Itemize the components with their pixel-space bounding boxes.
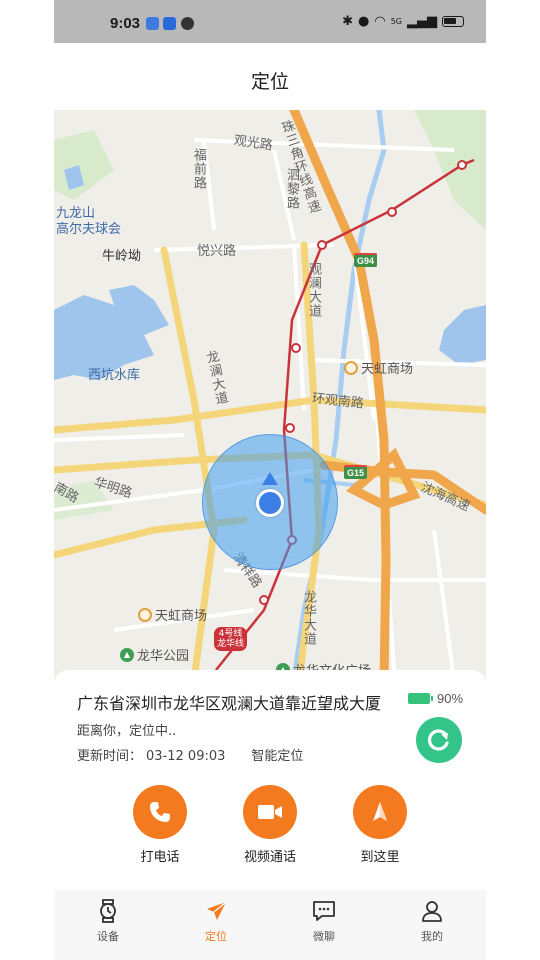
- highway-shield: G15: [344, 465, 368, 479]
- app-notification-icon: [146, 17, 159, 30]
- tab-label: 设备: [97, 930, 119, 943]
- video-call-button[interactable]: 视频通话: [230, 785, 310, 865]
- poi-label: 龙华公园: [137, 649, 190, 664]
- road-label: 福前路: [191, 148, 206, 190]
- mall-icon: [138, 607, 152, 622]
- distance-text: 距离你，定位中..: [77, 724, 177, 739]
- phone-icon: [150, 802, 170, 822]
- tab-label: 定位: [205, 930, 227, 943]
- device-battery: 90%: [408, 691, 463, 706]
- refresh-icon: [427, 729, 449, 751]
- current-location-marker[interactable]: [256, 489, 284, 517]
- wifi-icon: ◠: [374, 14, 386, 29]
- updated-time: 03-12 09:03: [146, 749, 226, 764]
- location-address: 广东省深圳市龙华区观澜大道靠近望成大厦: [77, 694, 382, 713]
- location-mode: 智能定位: [251, 749, 304, 764]
- updated-label: 更新时间：: [77, 749, 143, 764]
- tab-chat[interactable]: 微聊: [289, 898, 359, 944]
- poi-label: 天虹商场: [155, 609, 208, 624]
- poi-label: 天虹商场: [361, 362, 414, 377]
- video-call-button-circle[interactable]: [243, 785, 297, 839]
- park-icon: ▲: [120, 647, 134, 662]
- map-canvas: [54, 110, 486, 680]
- status-bar: 9:03 ✱ ● ◠ 5G ▂▄▆: [54, 0, 486, 43]
- status-icons: ✱ ● ◠ 5G ▂▄▆: [342, 14, 464, 29]
- chat-bubble-icon: [289, 898, 359, 924]
- message-notification-icon: [181, 17, 194, 30]
- poi-longhua-park[interactable]: ▲ 龙华公园: [120, 645, 189, 664]
- update-info: 更新时间： 03-12 09:03 智能定位: [77, 745, 307, 764]
- video-call-label: 视频通话: [243, 850, 296, 865]
- battery-percent: 90%: [437, 691, 464, 706]
- navigate-label: 到这里: [360, 850, 400, 865]
- page-title: 定位: [250, 71, 289, 93]
- signal-icon: ▂▄▆: [407, 14, 437, 29]
- navigation-arrow-icon: [373, 802, 387, 821]
- app-notification-icon: [163, 17, 176, 30]
- road-label: 龙华大道: [301, 590, 316, 646]
- map-view[interactable]: 观光路 珠三角环线高速 福前路 泗黎路 悦兴路 观澜大道 龙澜大道 环观南路 华…: [54, 110, 486, 680]
- paper-plane-icon: [181, 898, 251, 924]
- user-icon: [397, 898, 467, 924]
- place-label: 九龙山 高尔夫球会: [56, 206, 122, 237]
- call-button[interactable]: 打电话: [120, 785, 200, 865]
- network-type: 5G: [390, 17, 402, 26]
- heading-arrow-icon: [262, 472, 278, 485]
- title-bar: 定位: [54, 43, 486, 110]
- poi-tianhong-south[interactable]: 天虹商场: [138, 605, 207, 624]
- tab-device[interactable]: 设备: [73, 898, 143, 944]
- call-label: 打电话: [140, 850, 180, 865]
- metro-line-badge: 4号线 龙华线: [214, 627, 248, 651]
- watch-icon: [73, 898, 143, 924]
- status-time: 9:03: [110, 15, 141, 32]
- bluetooth-icon: ✱: [342, 14, 354, 29]
- tab-location[interactable]: 定位: [181, 898, 251, 944]
- refresh-location-button[interactable]: [416, 717, 462, 763]
- tab-label: 微聊: [313, 930, 335, 943]
- location-pin-icon: ●: [358, 14, 370, 29]
- call-button-circle[interactable]: [133, 785, 187, 839]
- video-camera-icon: [258, 805, 282, 819]
- battery-icon: [408, 693, 433, 704]
- bottom-tab-bar: 设备 定位 微聊 我的: [54, 890, 486, 960]
- highway-shield: G94: [354, 253, 378, 267]
- action-buttons: 打电话 视频通话 到这里: [54, 785, 486, 865]
- navigate-button-circle[interactable]: [353, 785, 407, 839]
- road-label: 悦兴路: [197, 244, 237, 259]
- place-label: 牛岭坳: [102, 249, 142, 264]
- mall-icon: [344, 360, 358, 375]
- navigate-button[interactable]: 到这里: [340, 785, 420, 865]
- tab-mine[interactable]: 我的: [397, 898, 467, 944]
- phone-screen: 9:03 ✱ ● ◠ 5G ▂▄▆ 定位 观光路 珠三角环线高速 福前路 泗黎路…: [54, 0, 486, 960]
- road-label: 观澜大道: [306, 262, 321, 318]
- poi-tianhong-north[interactable]: 天虹商场: [344, 358, 413, 377]
- place-label: 西坑水库: [88, 368, 141, 383]
- road-label: 泗黎路: [284, 168, 299, 210]
- tab-label: 我的: [421, 930, 443, 943]
- battery-status-icon: [442, 16, 464, 27]
